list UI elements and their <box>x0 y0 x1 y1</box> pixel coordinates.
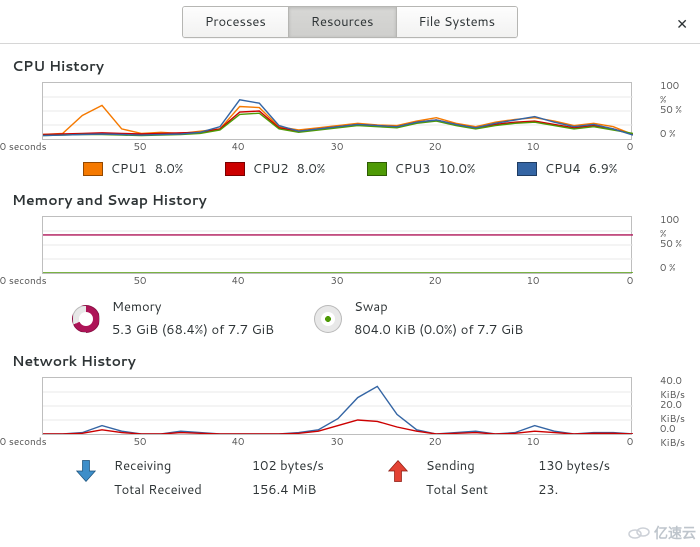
receiving-rate: 102 bytes/s <box>252 457 324 475</box>
mem-xaxis: 60 seconds 50 40 30 20 10 0 <box>42 274 654 288</box>
close-icon[interactable]: ✕ <box>676 14 688 34</box>
titlebar: Processes Resources File Systems ✕ <box>0 0 700 44</box>
tab-filesystems[interactable]: File Systems <box>397 7 518 37</box>
cpu-chart <box>42 82 632 140</box>
sending-block: Sending 130 bytes/s Total Sent 23. <box>384 457 610 499</box>
swap-pie-icon <box>314 305 342 333</box>
swap-value: 804.0 KiB (0.0%) of 7.7 GiB <box>354 321 523 339</box>
mem-y-50: 50 % <box>660 237 682 251</box>
cpu-legend: CPU1 8.0% CPU2 8.0% CPU3 10.0% CPU4 6.9% <box>62 160 638 178</box>
cpu-y-0: 0 % <box>660 127 676 141</box>
total-sent-value: 23. <box>538 481 610 499</box>
net-y-bottom: 0.0 KiB/s <box>660 422 688 450</box>
legend-cpu3[interactable]: CPU3 10.0% <box>367 160 476 178</box>
arrow-down-icon <box>72 457 100 485</box>
cpu-section: CPU History 100 % 50 % 0 % 60 seconds 50… <box>0 44 700 178</box>
watermark: 亿速云 <box>628 523 696 543</box>
sending-label: Sending <box>426 457 488 475</box>
swap-label: Swap <box>354 298 523 316</box>
network-chart <box>42 377 632 435</box>
cpu-xaxis: 60 seconds 50 40 30 20 10 0 <box>42 140 654 154</box>
memory-section: Memory and Swap History 100 % 50 % 0 % 6… <box>0 178 700 339</box>
swatch-cpu4 <box>517 162 537 176</box>
legend-cpu2[interactable]: CPU2 8.0% <box>225 160 326 178</box>
receiving-label: Receiving <box>114 457 202 475</box>
memory-value: 5.3 GiB (68.4%) of 7.7 GiB <box>112 321 274 339</box>
sending-rate: 130 bytes/s <box>538 457 610 475</box>
cpu-title: CPU History <box>12 56 688 76</box>
tab-resources[interactable]: Resources <box>289 7 397 37</box>
total-sent-label: Total Sent <box>426 481 488 499</box>
swap-item[interactable]: Swap 804.0 KiB (0.0%) of 7.7 GiB <box>314 298 523 339</box>
network-section: Network History 40.0 KiB/s 20.0 KiB/s 0.… <box>0 339 700 499</box>
network-title: Network History <box>12 351 688 371</box>
swatch-cpu3 <box>367 162 387 176</box>
memory-item[interactable]: Memory 5.3 GiB (68.4%) of 7.7 GiB <box>72 298 274 339</box>
net-xaxis: 60 seconds 50 40 30 20 10 0 <box>42 435 654 449</box>
legend-cpu1[interactable]: CPU1 8.0% <box>83 160 184 178</box>
legend-cpu4[interactable]: CPU4 6.9% <box>517 160 618 178</box>
swatch-cpu2 <box>225 162 245 176</box>
view-tabs: Processes Resources File Systems <box>182 6 518 38</box>
memory-chart <box>42 216 632 274</box>
tab-processes[interactable]: Processes <box>183 7 289 37</box>
mem-y-0: 0 % <box>660 261 676 275</box>
receiving-block: Receiving 102 bytes/s Total Received 156… <box>72 457 324 499</box>
arrow-up-icon <box>384 457 412 485</box>
memory-title: Memory and Swap History <box>12 190 688 210</box>
total-received-value: 156.4 MiB <box>252 481 324 499</box>
swatch-cpu1 <box>83 162 103 176</box>
cpu-y-50: 50 % <box>660 103 682 117</box>
total-received-label: Total Received <box>114 481 202 499</box>
memory-pie-icon <box>72 305 100 333</box>
memory-label: Memory <box>112 298 274 316</box>
